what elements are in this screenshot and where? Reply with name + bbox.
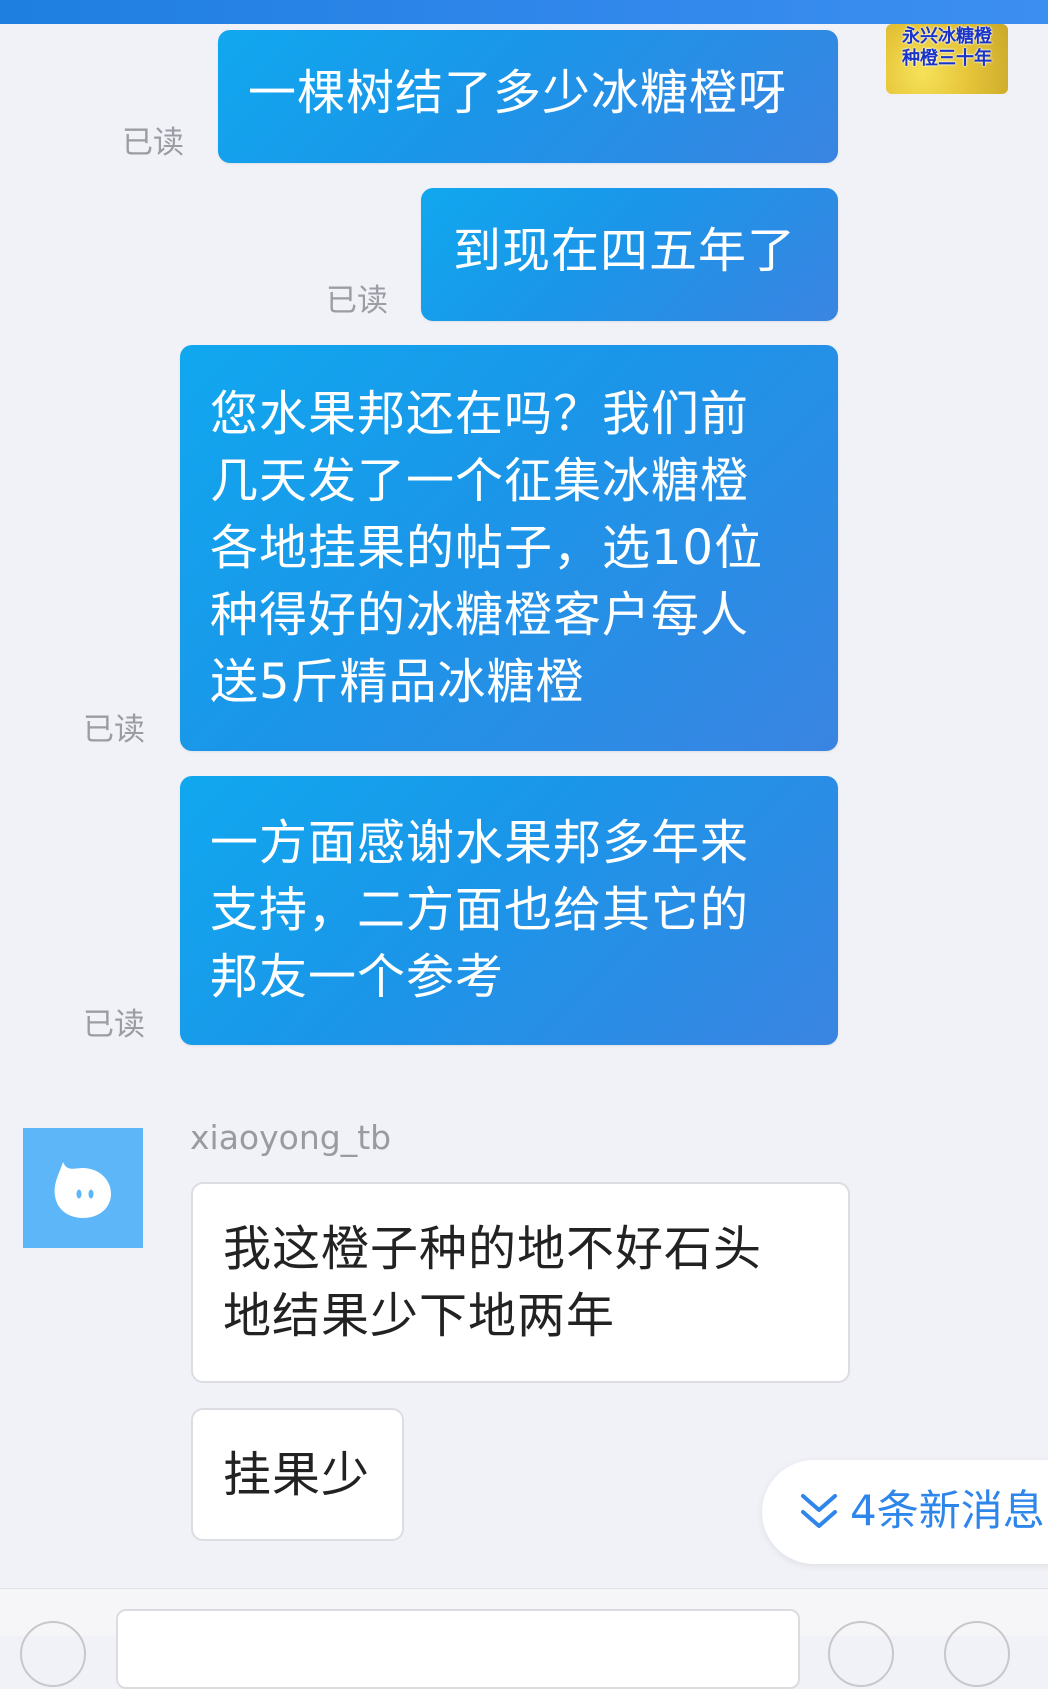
message-text-line: 各地挂果的帖子，选10位	[210, 520, 764, 576]
message-text-line: 一方面感谢水果邦多年来	[210, 815, 750, 871]
peer-avatar[interactable]	[23, 1128, 143, 1248]
peer-username: xiaoyong_tb	[190, 1118, 392, 1157]
read-status-label: 已读	[122, 125, 184, 161]
message-text-line: 支持，二方面也给其它的	[210, 882, 750, 938]
self-avatar-text-line1: 永兴冰糖橙	[902, 26, 992, 47]
message-text: 挂果少	[223, 1447, 371, 1503]
new-messages-button[interactable]: 4条新消息	[762, 1460, 1048, 1564]
outgoing-message-bubble[interactable]: 一棵树结了多少冰糖橙呀	[218, 30, 838, 163]
message-text-line: 送5斤精品冰糖橙	[210, 654, 585, 710]
message-text-line: 几天发了一个征集冰糖橙	[210, 453, 750, 509]
message-text-line: 种得好的冰糖橙客户每人	[210, 587, 750, 643]
read-status-label: 已读	[83, 1007, 145, 1043]
self-avatar[interactable]: 永兴冰糖橙 种橙三十年	[886, 24, 1008, 94]
outgoing-message-bubble[interactable]: 一方面感谢水果邦多年来 支持，二方面也给其它的 邦友一个参考	[180, 776, 838, 1045]
message-input-bar	[0, 1588, 1048, 1689]
read-status-label: 已读	[326, 283, 388, 319]
self-avatar-text-line2: 种橙三十年	[902, 48, 992, 69]
incoming-message-bubble[interactable]: 挂果少	[191, 1408, 404, 1541]
read-status-label: 已读	[83, 712, 145, 748]
outgoing-message-bubble[interactable]: 到现在四五年了	[421, 188, 838, 321]
voice-button[interactable]	[20, 1621, 86, 1687]
message-input-field[interactable]	[116, 1609, 800, 1689]
message-text-line: 邦友一个参考	[210, 949, 505, 1005]
message-text: 一棵树结了多少冰糖橙呀	[248, 65, 788, 121]
double-chevron-down-icon	[801, 1494, 837, 1528]
top-status-strip	[0, 0, 1048, 24]
message-text-line: 您水果邦还在吗？我们前	[210, 386, 750, 442]
message-text-line: 我这橙子种的地不好石头	[223, 1221, 763, 1277]
message-text-line: 地结果少下地两年	[223, 1288, 616, 1344]
droplet-face-icon	[54, 1162, 111, 1218]
emoji-button[interactable]	[828, 1621, 894, 1687]
new-messages-label: 4条新消息	[850, 1486, 1045, 1535]
message-text: 到现在四五年了	[453, 223, 797, 279]
incoming-message-bubble[interactable]: 我这橙子种的地不好石头 地结果少下地两年	[191, 1182, 850, 1383]
outgoing-message-bubble[interactable]: 您水果邦还在吗？我们前 几天发了一个征集冰糖橙 各地挂果的帖子，选10位 种得好…	[180, 345, 838, 751]
more-button[interactable]	[944, 1621, 1010, 1687]
